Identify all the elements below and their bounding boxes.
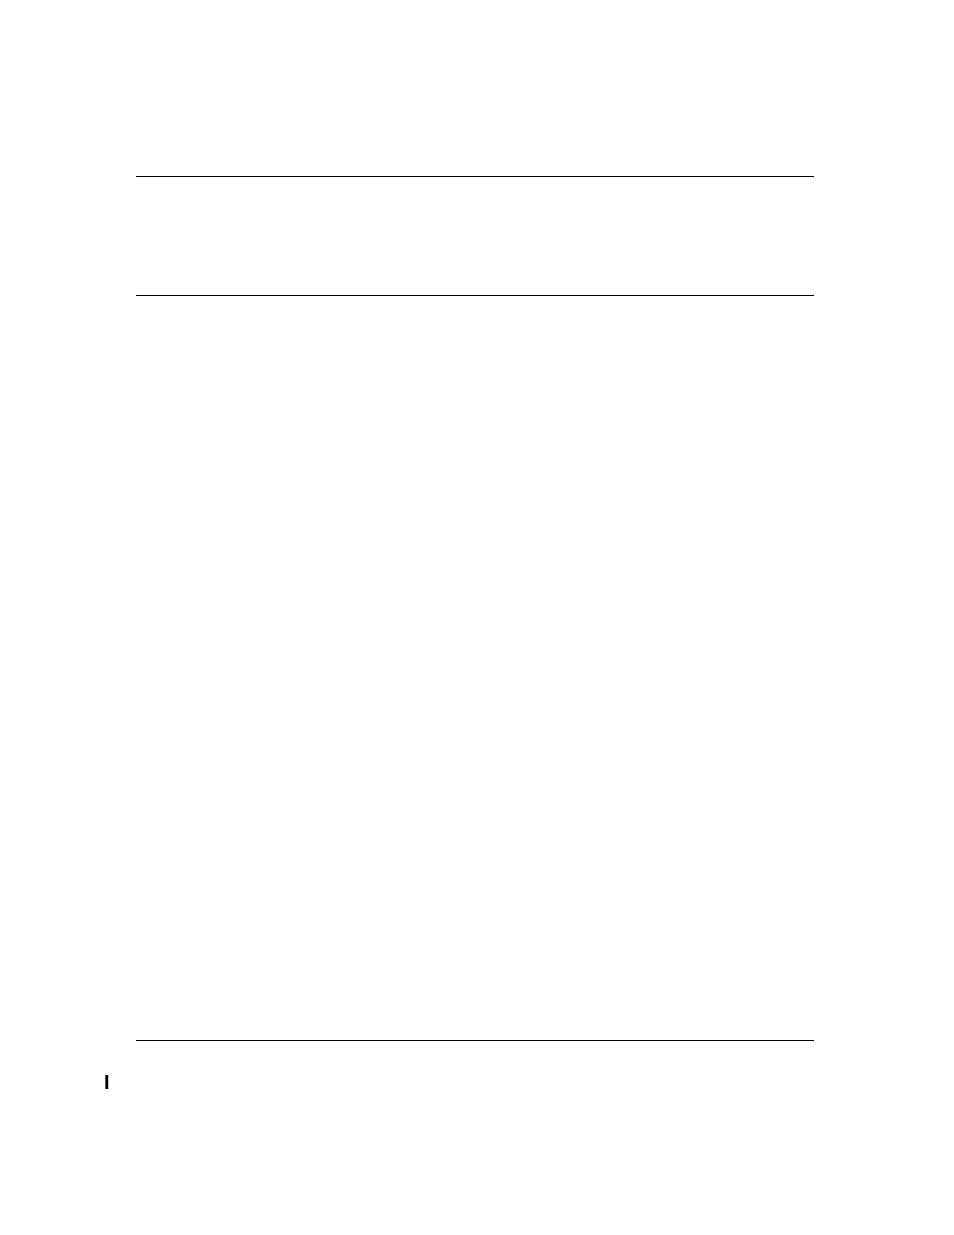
document-page: I — [0, 0, 954, 1235]
horizontal-rule-top — [136, 176, 814, 177]
text-cursor-icon: I — [104, 1072, 110, 1095]
horizontal-rule-middle — [136, 295, 814, 296]
horizontal-rule-bottom — [136, 1040, 814, 1041]
